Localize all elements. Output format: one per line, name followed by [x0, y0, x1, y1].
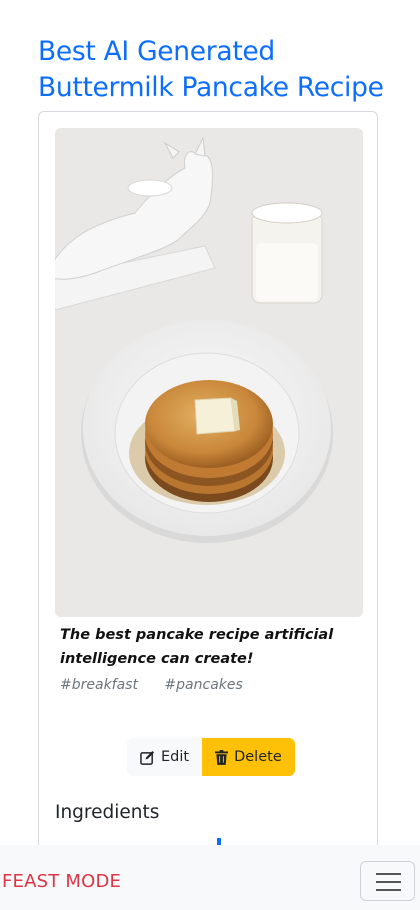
recipe-caption: The best pancake recipe artificial intel… [60, 627, 334, 667]
bottom-navbar: FEAST MODE [0, 845, 420, 910]
menu-toggle-button[interactable] [360, 861, 415, 901]
recipe-actions: Edit Delete [127, 738, 295, 776]
tag-list: #breakfast #pancakes [60, 677, 265, 693]
recipe-card: The best pancake recipe artificial intel… [38, 111, 378, 871]
edit-label: Edit [161, 749, 190, 765]
hamburger-icon-line [376, 881, 401, 883]
brand-link[interactable]: FEAST MODE [2, 871, 121, 892]
hamburger-icon [376, 873, 401, 875]
hamburger-icon-line [376, 889, 401, 891]
edit-button[interactable]: Edit [127, 738, 203, 776]
trash-icon [215, 749, 229, 765]
delete-label: Delete [234, 749, 282, 765]
tag-pancakes[interactable]: #pancakes [164, 677, 242, 693]
edit-icon [140, 750, 155, 765]
recipe-photo [55, 128, 363, 617]
tag-breakfast[interactable]: #breakfast [60, 677, 138, 693]
delete-button[interactable]: Delete [202, 738, 295, 776]
ingredients-heading: Ingredients [55, 802, 160, 823]
page-title: Best AI Generated Buttermilk Pancake Rec… [38, 36, 384, 103]
